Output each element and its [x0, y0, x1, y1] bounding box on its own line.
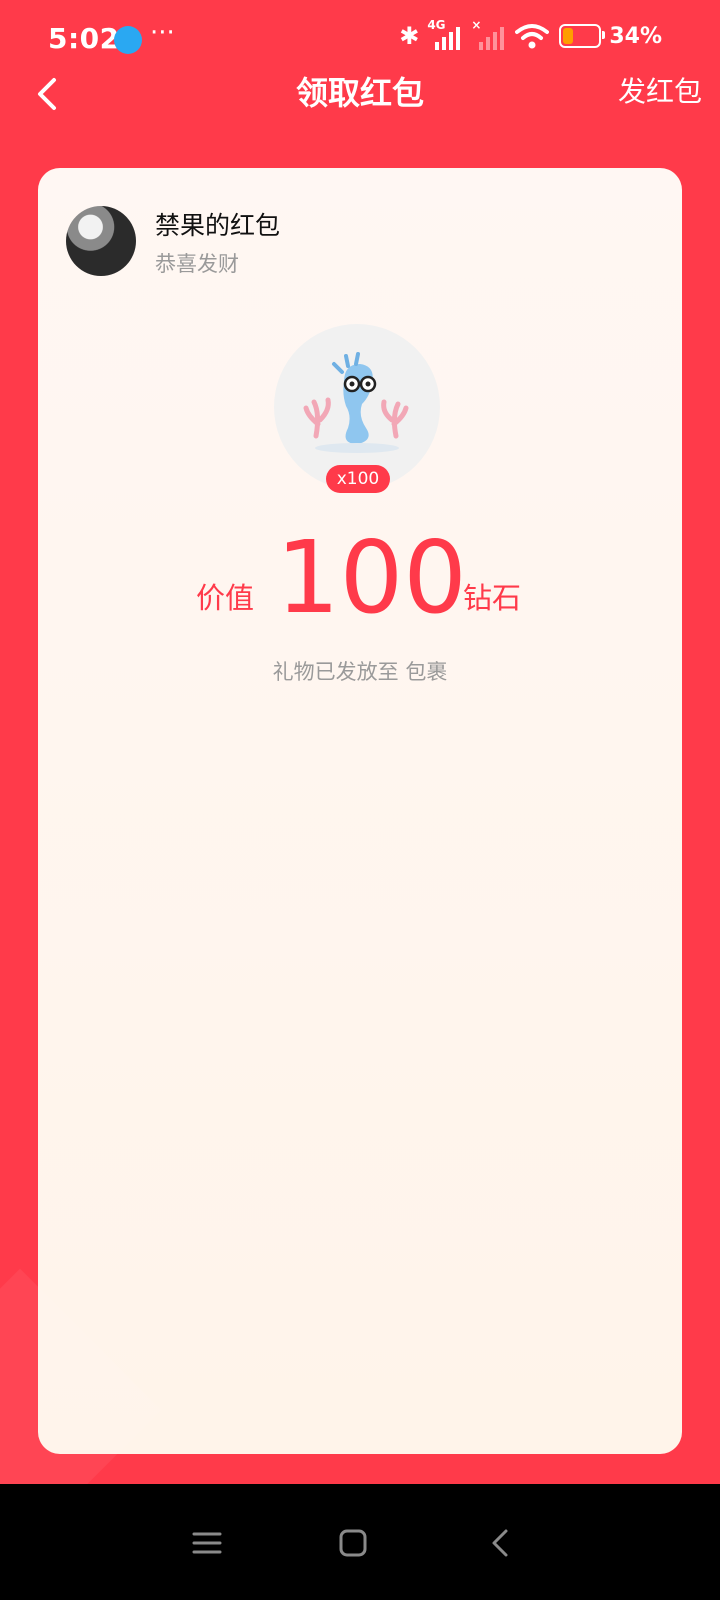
value-row: 价值 100 钻石 [38, 523, 682, 633]
red-packet-card: 禁果的红包 恭喜发财 x100 价值 100 钻石 礼物已发放至 包裹 [38, 168, 682, 1454]
battery-icon [559, 24, 606, 48]
send-red-packet-button[interactable]: 发红包 [618, 70, 702, 110]
header: 领取红包 发红包 [0, 60, 720, 120]
status-time: 5:02 [48, 22, 120, 55]
value-unit: 钻石 [463, 581, 522, 615]
bluetooth-icon: ✱ [399, 22, 420, 50]
menu-icon[interactable] [190, 1526, 224, 1560]
more-notifications-icon: ··· [150, 18, 175, 48]
gift-count-badge: x100 [326, 465, 390, 493]
sender-name: 禁果的红包 [155, 211, 281, 240]
app-notification-icon [114, 26, 142, 54]
value-amount: 100 [276, 519, 467, 636]
home-icon[interactable] [336, 1526, 370, 1560]
system-navigation-bar [0, 1484, 720, 1600]
greeting-text: 恭喜发财 [155, 252, 239, 276]
signal-secondary-icon: × [471, 18, 507, 50]
battery-percent: 34% [609, 23, 662, 49]
value-label: 价值 [196, 581, 255, 615]
status-icons: ✱ 4G × 34% [399, 18, 662, 50]
signal-icon: 4G [427, 18, 463, 50]
page-title: 领取红包 [295, 74, 424, 112]
delivery-note: 礼物已发放至 包裹 [272, 660, 448, 684]
wifi-icon [515, 24, 550, 49]
avatar[interactable] [66, 206, 136, 276]
back-icon[interactable] [484, 1526, 518, 1560]
